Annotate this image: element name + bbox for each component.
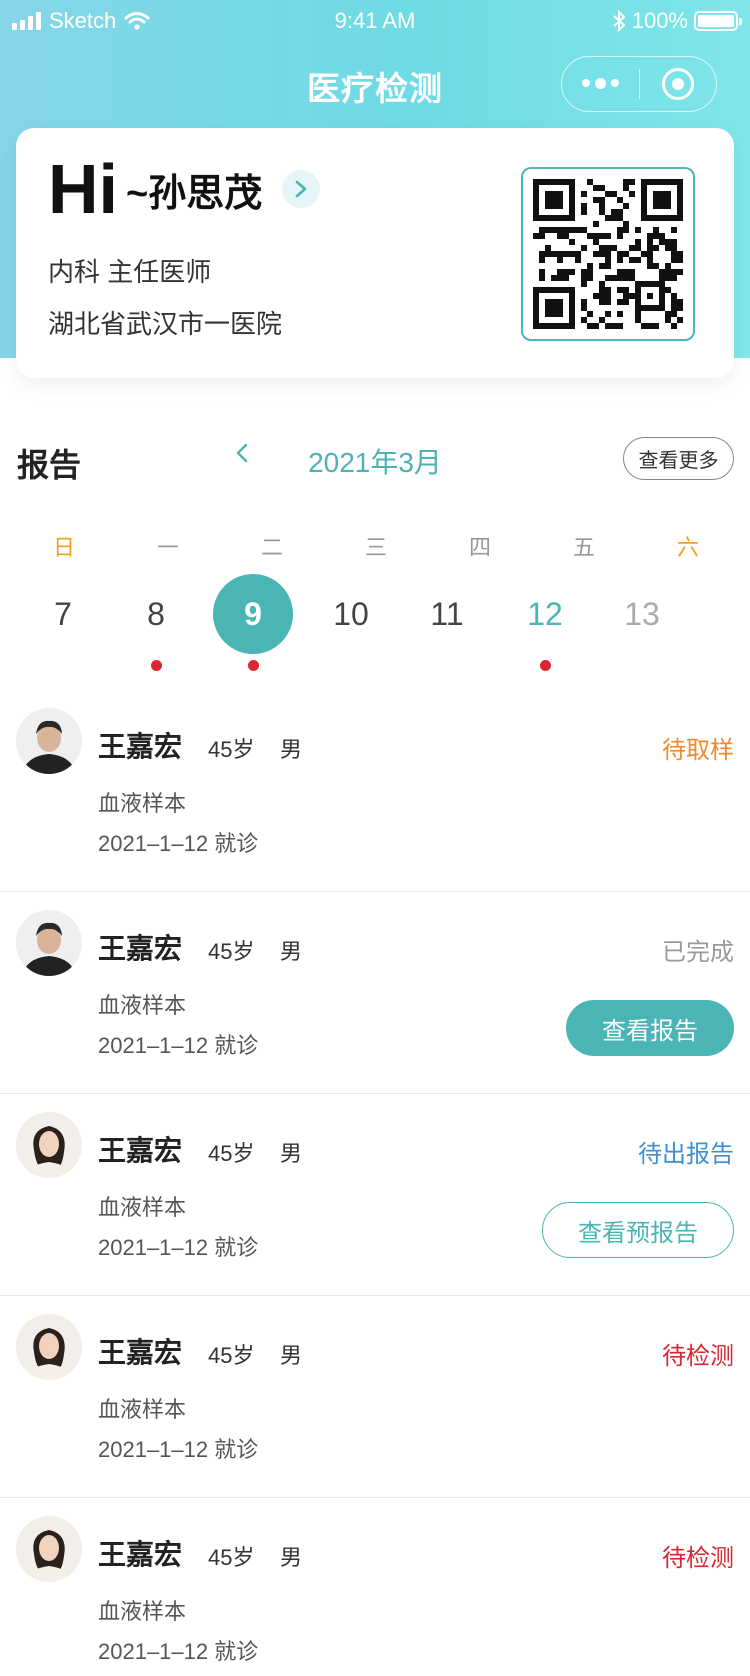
status-right: 100% [612,8,742,34]
battery-percent: 100% [631,8,688,33]
weekday-label: 日 [52,535,75,560]
greeting: Hi ~孙思茂 [48,150,321,228]
calendar-date-label: 10 [333,596,369,632]
sample-type: 血液样本 [98,1397,187,1422]
patient-row[interactable]: 王嘉宏 45岁男血液样本 2021–1–12 就诊 待检测 [0,1296,750,1498]
patient-avatar [16,708,82,774]
patient-row[interactable]: 王嘉宏 45岁男血液样本 2021–1–12 就诊 待取样 [0,690,750,892]
visit-date: 2021–1–12 就诊 [98,831,259,856]
more-options-icon[interactable] [562,78,639,89]
qr-code[interactable] [521,167,695,341]
patient-age: 45岁 [208,1141,255,1166]
battery-icon [694,11,742,31]
status-label: 待出报告 [638,1141,734,1168]
doctor-hospital: 湖北省武汉市一医院 [48,309,283,339]
view-more-button[interactable]: 查看更多 [623,437,734,480]
record-indicator-dot [151,660,162,671]
patient-avatar [16,1314,82,1380]
weekday-label: 二 [260,535,283,560]
patient-list: 王嘉宏 45岁男血液样本 2021–1–12 就诊 待取样 王嘉宏 45岁男血液样本 202… [0,690,750,1676]
calendar-date[interactable]: 11 [407,574,487,654]
weekday-header: 日一二三四五六 [0,530,750,562]
patient-avatar [16,1112,82,1178]
sample-type: 血液样本 [98,791,187,816]
patient-age: 45岁 [208,1545,255,1570]
calendar-date[interactable]: 7 [23,574,103,654]
visit-date: 2021–1–12 就诊 [98,1437,259,1462]
status-label: 待检测 [662,1545,734,1572]
patient-name: 王嘉宏 [98,1539,183,1570]
view-preliminary-report-button[interactable]: 查看预报告 [542,1202,734,1258]
mini-program-capsule [561,56,717,112]
record-indicator-dot [540,660,551,671]
patient-name: 王嘉宏 [98,1135,183,1166]
visit-date: 2021–1–12 就诊 [98,1033,259,1058]
patient-sex: 男 [280,1545,303,1570]
patient-sex: 男 [280,1343,303,1368]
patient-sex: 男 [280,939,303,964]
doctor-profile-card: Hi ~孙思茂 内科 主任医师 湖北省武汉市一医院 [16,128,734,378]
status-label: 待检测 [662,1343,734,1370]
calendar-date-label: 9 [244,596,262,632]
patient-sex: 男 [280,737,303,762]
status-label: 待取样 [662,737,734,764]
calendar-date[interactable]: 10 [311,574,391,654]
calendar-date-label: 11 [430,596,464,632]
patient-row[interactable]: 王嘉宏 45岁男血液样本 2021–1–12 就诊 待出报告查看预报告 [0,1094,750,1296]
weekday-label: 五 [572,535,595,560]
chevron-right-icon [295,180,307,198]
calendar-date[interactable]: 9 [213,574,293,671]
patient-age: 45岁 [208,1343,255,1368]
calendar-date[interactable]: 13 [602,574,682,654]
patient-age: 45岁 [208,737,255,762]
record-indicator-dot [248,660,259,671]
visit-date: 2021–1–12 就诊 [98,1235,259,1260]
visit-date: 2021–1–12 就诊 [98,1639,259,1664]
sample-type: 血液样本 [98,1599,187,1624]
sample-type: 血液样本 [98,993,187,1018]
weekday-label: 三 [364,535,387,560]
calendar-date[interactable]: 12 [505,574,585,671]
qr-code-icon [533,179,683,329]
greeting-hi: Hi [48,150,118,228]
calendar-date-label: 7 [54,596,72,632]
calendar-date-label: 8 [147,596,165,632]
date-strip: 7 8 9 10 11 12 13 [0,574,750,674]
doctor-department: 内科 主任医师 [48,257,212,287]
status-label: 已完成 [662,939,734,966]
patient-age: 45岁 [208,939,255,964]
bluetooth-icon [613,10,626,32]
calendar-date[interactable]: 8 [116,574,196,671]
weekday-label: 六 [676,535,699,560]
patient-name: 王嘉宏 [98,933,183,964]
patient-row[interactable]: 王嘉宏 45岁男血液样本 2021–1–12 就诊 待检测 [0,1498,750,1676]
doctor-name: ~孙思茂 [126,172,263,215]
profile-detail-button[interactable] [282,170,321,208]
calendar-date-label: 12 [527,596,563,632]
calendar-date-label: 13 [624,596,660,632]
view-report-button[interactable]: 查看报告 [566,1000,734,1056]
patient-avatar [16,910,82,976]
patient-row[interactable]: 王嘉宏 45岁男血液样本 2021–1–12 就诊 已完成查看报告 [0,892,750,1094]
patient-name: 王嘉宏 [98,1337,183,1368]
target-icon [662,68,694,100]
patient-sex: 男 [280,1141,303,1166]
weekday-label: 四 [468,535,491,560]
patient-avatar [16,1516,82,1582]
status-bar: Sketch 9:41 AM 100% [0,0,750,42]
sample-type: 血液样本 [98,1195,187,1220]
patient-name: 王嘉宏 [98,731,183,762]
weekday-label: 一 [156,535,179,560]
close-mini-program-button[interactable] [640,68,716,100]
